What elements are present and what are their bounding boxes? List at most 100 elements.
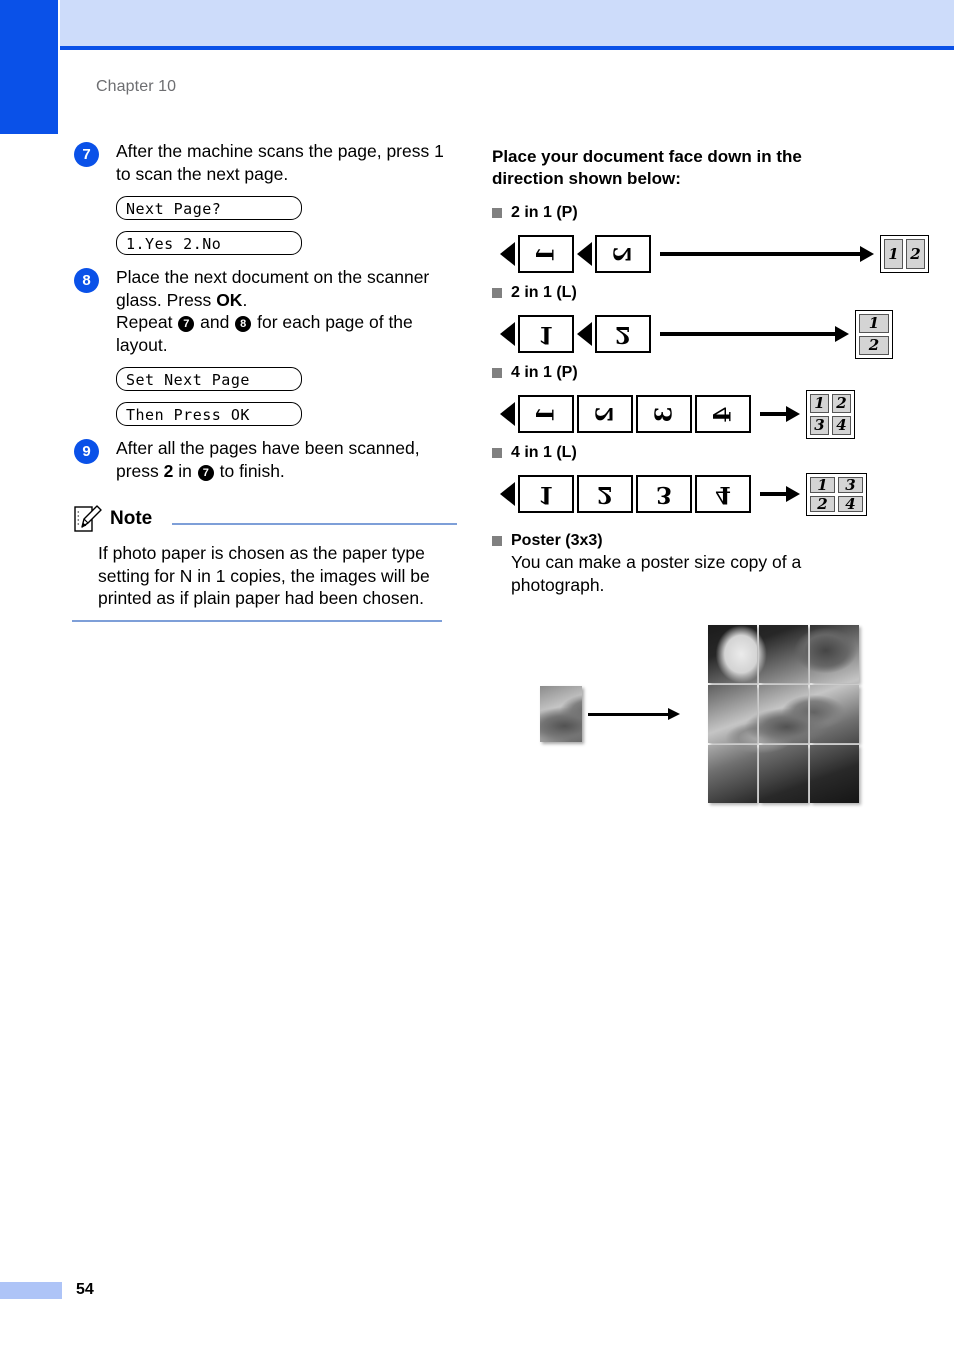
step-8-and: and <box>195 312 235 332</box>
step-9-in: in <box>173 460 197 481</box>
poster-tile <box>708 745 757 803</box>
result-cell: 3 <box>810 415 829 435</box>
poster-description: You can make a poster size copy of a pho… <box>511 552 802 595</box>
direction-triangle-icon <box>500 242 515 266</box>
note-body: If photo paper is chosen as the paper ty… <box>98 543 430 608</box>
note-header: Note <box>72 504 457 534</box>
step-9: 9 After all the pages have been scanned,… <box>72 437 457 482</box>
result-cell: 4 <box>838 495 863 513</box>
layout-4in1-l-diagram: 1 2 3 4 1 3 2 4 <box>500 470 892 518</box>
result-2in1-p: 1 2 <box>880 235 929 273</box>
page-glyph: 4 <box>709 405 737 423</box>
chapter-side-tab <box>0 0 58 134</box>
poster-figure <box>492 614 892 814</box>
source-page-3: 3 <box>636 395 692 433</box>
result-cell: 2 <box>859 335 889 355</box>
page-glyph: 4 <box>714 480 731 508</box>
source-photograph <box>540 686 582 742</box>
poster-tile <box>759 625 808 683</box>
result-cell: 3 <box>838 476 863 494</box>
step-badge-8: 8 <box>74 268 99 293</box>
step-7-text: After the machine scans the page, press … <box>116 140 457 185</box>
square-bullet-icon <box>492 288 502 298</box>
right-column: Place your document face down in the dir… <box>492 146 929 816</box>
page-glyph: 1 <box>537 320 554 348</box>
lcd-next-page: Next Page? <box>116 196 302 220</box>
source-page-2: 2 <box>577 395 633 433</box>
step-9-tail: to finish. <box>214 460 285 481</box>
layout-2in1-p-label: 2 in 1 (P) <box>492 204 892 222</box>
page-number: 54 <box>76 1281 94 1298</box>
step-9-text: After all the pages have been scanned, p… <box>116 437 457 482</box>
note-title: Note <box>110 508 153 529</box>
poster-tile <box>708 685 757 743</box>
square-bullet-icon <box>492 536 502 546</box>
note-title-rule <box>172 523 457 525</box>
flow-arrow-icon <box>660 246 874 262</box>
key-2-label: 2 <box>163 460 174 481</box>
result-cell: 2 <box>810 495 835 513</box>
flow-arrow-icon <box>760 486 800 502</box>
layout-4in1-p-label: 4 in 1 (P) <box>492 364 892 382</box>
direction-triangle-icon <box>577 322 592 346</box>
layout-2in1-l-label: 2 in 1 (L) <box>492 284 892 302</box>
step-7: 7 After the machine scans the page, pres… <box>72 140 457 185</box>
layout-2in1-l: 2 in 1 (L) 1 2 1 2 <box>492 284 893 359</box>
page-glyph: 1 <box>532 245 560 263</box>
left-column: 7 After the machine scans the page, pres… <box>72 140 457 622</box>
result-cell: 1 <box>859 313 889 333</box>
source-page-2: 2 <box>577 475 633 513</box>
direction-triangle-icon <box>500 322 515 346</box>
result-4in1-l: 1 3 2 4 <box>806 472 867 516</box>
step-8: 8 Place the next document on the scanner… <box>72 266 457 356</box>
square-bullet-icon <box>492 208 502 218</box>
layout-4in1-l-label: 4 in 1 (L) <box>492 444 892 462</box>
poster-tile <box>759 745 808 803</box>
source-page-1: 1 <box>518 235 574 273</box>
source-page-2: 2 <box>595 315 651 353</box>
page-glyph: 2 <box>614 320 631 348</box>
header-band <box>60 0 954 46</box>
layout-label-text: 4 in 1 (L) <box>511 444 577 461</box>
result-4in1-p: 1 2 3 4 <box>806 389 855 439</box>
source-page-1: 1 <box>518 475 574 513</box>
step-7-sentence: After the machine scans the page, press … <box>116 141 444 184</box>
footer-bar <box>0 1282 62 1299</box>
source-page-4: 4 <box>695 395 751 433</box>
direction-triangle-icon <box>500 482 515 506</box>
lcd-then-press-ok: Then Press OK <box>116 402 302 426</box>
layout-2in1-p-diagram: 1 2 1 2 <box>500 230 929 278</box>
layout-poster: Poster (3x3) You can make a poster size … <box>492 532 892 814</box>
poster-tile <box>810 685 859 743</box>
direction-triangle-icon <box>577 242 592 266</box>
note-bottom-rule <box>72 619 442 622</box>
placement-heading: Place your document face down in the dir… <box>492 147 802 188</box>
page-glyph: 1 <box>537 480 554 508</box>
poster-label-text: Poster (3x3) <box>511 532 603 549</box>
page-glyph: 2 <box>591 405 619 423</box>
poster-label: Poster (3x3) <box>492 532 892 550</box>
square-bullet-icon <box>492 448 502 458</box>
flow-arrow-icon <box>660 326 849 342</box>
result-cell: 2 <box>906 239 925 269</box>
ok-key-label: OK <box>216 289 243 310</box>
layout-2in1-l-diagram: 1 2 1 2 <box>500 309 893 359</box>
flow-arrow-icon <box>760 406 800 422</box>
result-cell: 1 <box>810 476 835 494</box>
step-8-period: . <box>242 289 248 310</box>
inline-step-ref-8: 8 <box>235 316 252 332</box>
poster-tile <box>759 685 808 743</box>
poster-tile <box>810 745 859 803</box>
layout-2in1-p: 2 in 1 (P) 1 2 1 2 <box>492 204 929 278</box>
source-page-1: 1 <box>518 315 574 353</box>
note-pencil-icon <box>72 504 102 534</box>
layout-4in1-l: 4 in 1 (L) 1 2 3 4 1 3 2 4 <box>492 444 892 518</box>
step-8-repeat: Repeat <box>116 312 178 332</box>
source-page-4: 4 <box>695 475 751 513</box>
poster-tile <box>810 625 859 683</box>
page-glyph: 3 <box>655 480 672 508</box>
result-cell: 2 <box>832 393 851 413</box>
result-cell: 4 <box>832 415 851 435</box>
note-block: Note If photo paper is chosen as the pap… <box>72 504 457 622</box>
layout-4in1-p-diagram: 1 2 3 4 1 2 3 4 <box>500 389 892 439</box>
